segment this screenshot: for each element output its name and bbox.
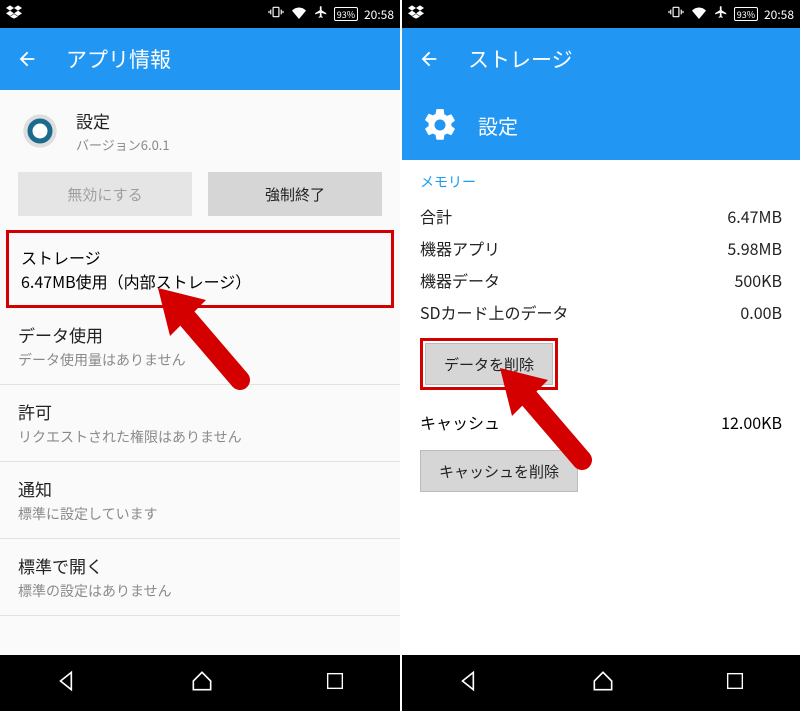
gear-icon	[420, 105, 460, 145]
wifi-icon	[290, 5, 308, 23]
dropbox-icon	[6, 5, 22, 23]
clock-text: 20:58	[764, 6, 794, 23]
status-bar: 93% 20:58	[402, 0, 800, 28]
nav-home-icon[interactable]	[590, 668, 616, 699]
data-usage-detail: データ使用量はありません	[18, 350, 382, 370]
row-total-label: 合計	[420, 204, 452, 228]
clear-data-highlight: データを削除	[420, 338, 558, 390]
content-area: メモリー 合計 6.47MB 機器アプリ 5.98MB 機器データ 500KB …	[402, 160, 800, 655]
phone-left: 93% 20:58 アプリ情報 設定 バージョン6.0.1 無効にする 強制終	[0, 0, 400, 711]
app-header: 設定	[402, 90, 800, 160]
wifi-icon	[690, 5, 708, 23]
cache-label: キャッシュ	[420, 410, 500, 434]
row-device-app-value: 5.98MB	[727, 236, 782, 260]
cache-value: 12.00KB	[721, 410, 782, 434]
vibrate-icon	[268, 5, 284, 23]
storage-label: ストレージ	[21, 245, 379, 269]
row-device-app: 機器アプリ 5.98MB	[402, 232, 800, 264]
storage-row[interactable]: ストレージ 6.47MB使用（内部ストレージ）	[21, 245, 379, 293]
row-total-value: 6.47MB	[727, 204, 782, 228]
nav-recent-icon[interactable]	[724, 670, 746, 697]
disable-button: 無効にする	[18, 172, 192, 216]
clear-cache-button[interactable]: キャッシュを削除	[420, 450, 578, 492]
app-name: 設定	[478, 111, 518, 140]
storage-detail: 6.47MB使用（内部ストレージ）	[21, 269, 379, 293]
nav-recent-icon[interactable]	[324, 670, 346, 697]
back-icon[interactable]	[418, 48, 440, 70]
notifications-row[interactable]: 通知 標準に設定しています	[0, 462, 400, 539]
clear-data-button[interactable]: データを削除	[425, 343, 553, 385]
row-sd-data-label: SDカード上のデータ	[420, 300, 569, 324]
notifications-label: 通知	[18, 476, 382, 501]
open-default-label: 標準で開く	[18, 553, 382, 578]
battery-indicator: 93%	[334, 7, 358, 21]
permissions-label: 許可	[18, 399, 382, 424]
settings-app-icon	[18, 109, 62, 153]
permissions-row[interactable]: 許可 リクエストされた権限はありません	[0, 385, 400, 462]
row-sd-data: SDカード上のデータ 0.00B	[402, 296, 800, 328]
force-stop-button[interactable]: 強制終了	[208, 172, 382, 216]
storage-row-highlight: ストレージ 6.47MB使用（内部ストレージ）	[6, 230, 394, 308]
row-device-data: 機器データ 500KB	[402, 264, 800, 296]
page-title: ストレージ	[468, 44, 573, 74]
row-sd-data-value: 0.00B	[740, 300, 782, 324]
app-name: 設定	[76, 108, 170, 133]
clock-text: 20:58	[364, 6, 394, 23]
app-version: バージョン6.0.1	[76, 135, 170, 154]
app-bar: アプリ情報	[0, 28, 400, 90]
battery-indicator: 93%	[734, 7, 758, 21]
phone-right: 93% 20:58 ストレージ 設定 メモリー 合計 6.47MB 機器アプリ …	[400, 0, 800, 711]
airplane-icon	[714, 5, 728, 23]
app-bar: ストレージ	[402, 28, 800, 90]
notifications-detail: 標準に設定しています	[18, 504, 382, 524]
nav-home-icon[interactable]	[189, 668, 215, 699]
permissions-detail: リクエストされた権限はありません	[18, 427, 382, 447]
cache-row: キャッシュ 12.00KB	[402, 396, 800, 440]
back-icon[interactable]	[16, 48, 38, 70]
nav-back-icon[interactable]	[54, 668, 80, 699]
row-total: 合計 6.47MB	[402, 200, 800, 232]
data-usage-row[interactable]: データ使用 データ使用量はありません	[0, 308, 400, 385]
vibrate-icon	[668, 5, 684, 23]
memory-section-label: メモリー	[402, 160, 800, 200]
navigation-bar	[402, 655, 800, 711]
open-default-detail: 標準の設定はありません	[18, 581, 382, 601]
status-bar: 93% 20:58	[0, 0, 400, 28]
dropbox-icon	[408, 5, 424, 23]
content-area: 設定 バージョン6.0.1 無効にする 強制終了 ストレージ 6.47MB使用（…	[0, 90, 400, 655]
app-info-row: 設定 バージョン6.0.1	[0, 90, 400, 164]
page-title: アプリ情報	[66, 44, 171, 74]
nav-back-icon[interactable]	[456, 668, 482, 699]
navigation-bar	[0, 655, 400, 711]
airplane-icon	[314, 5, 328, 23]
data-usage-label: データ使用	[18, 322, 382, 347]
row-device-app-label: 機器アプリ	[420, 236, 500, 260]
open-default-row[interactable]: 標準で開く 標準の設定はありません	[0, 539, 400, 616]
row-device-data-value: 500KB	[735, 268, 783, 292]
button-row: 無効にする 強制終了	[0, 164, 400, 230]
row-device-data-label: 機器データ	[420, 268, 500, 292]
